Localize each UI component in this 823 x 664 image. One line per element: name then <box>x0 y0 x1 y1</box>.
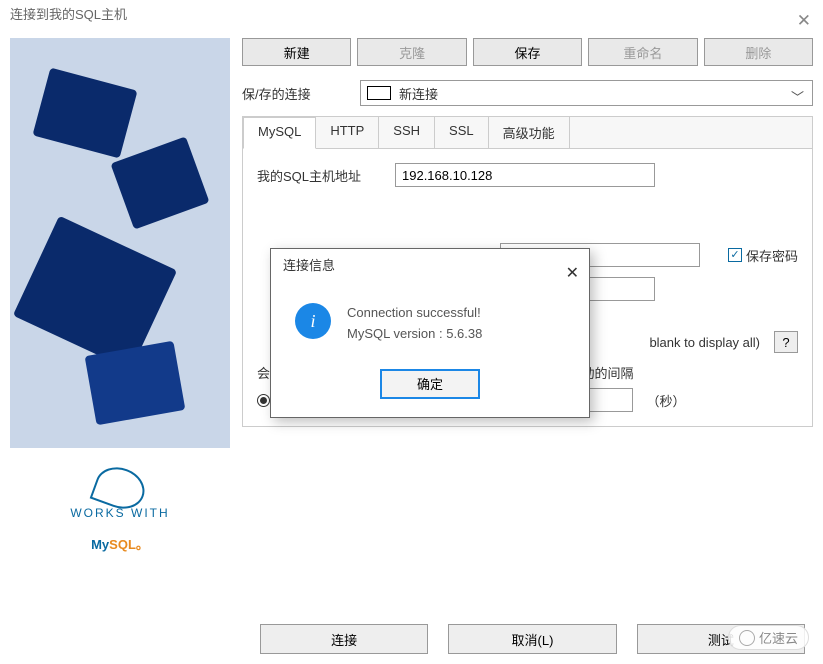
watermark-text: 亿速云 <box>759 628 798 647</box>
dialog-line1: Connection successful! <box>347 303 482 324</box>
tab-advanced[interactable]: 高级功能 <box>489 117 570 148</box>
clone-button: 克隆 <box>357 38 466 66</box>
close-icon[interactable]: ✕ <box>797 6 811 36</box>
saved-conn-value: 新连接 <box>399 84 438 103</box>
connect-button[interactable]: 连接 <box>260 624 428 654</box>
delete-button: 删除 <box>704 38 813 66</box>
toolbar: 新建 克隆 保存 重命名 删除 <box>242 38 813 66</box>
ok-button[interactable]: 确定 <box>380 369 480 399</box>
window-title: 连接到我的SQL主机 <box>10 7 127 22</box>
tab-ssl[interactable]: SSL <box>435 117 489 148</box>
new-button[interactable]: 新建 <box>242 38 351 66</box>
rename-button: 重命名 <box>588 38 697 66</box>
db-hint: blank to display all) <box>649 335 760 350</box>
host-label: 我的SQL主机地址 <box>257 166 387 185</box>
cancel-button[interactable]: 取消(L) <box>448 624 616 654</box>
tab-http[interactable]: HTTP <box>316 117 379 148</box>
dialog-message: Connection successful! MySQL version : 5… <box>347 303 482 345</box>
tab-mysql[interactable]: MySQL <box>243 117 316 149</box>
check-icon: ✓ <box>728 248 742 262</box>
save-password-checkbox[interactable]: ✓ 保存密码 <box>728 246 798 265</box>
keepalive-unit: （秒） <box>647 391 686 410</box>
promo-image <box>10 38 230 448</box>
left-pane: WORKS WITH MySQL。 <box>10 38 230 568</box>
titlebar: 连接到我的SQL主机 ✕ <box>0 0 823 30</box>
help-button[interactable]: ? <box>774 331 798 353</box>
dialog-line2: MySQL version : 5.6.38 <box>347 324 482 345</box>
saved-conn-select[interactable]: 新连接 ﹀ <box>360 80 813 106</box>
footer: 连接 取消(L) 测试 <box>260 624 805 654</box>
dialog-title: 连接信息 <box>283 258 335 273</box>
info-icon: i <box>295 303 331 339</box>
chevron-down-icon: ﹀ <box>791 87 804 106</box>
connection-info-dialog: 连接信息 ✕ i Connection successful! MySQL ve… <box>270 248 590 418</box>
saved-conn-label: 保/存的连接 <box>242 84 352 103</box>
save-button[interactable]: 保存 <box>473 38 582 66</box>
save-password-label: 保存密码 <box>746 246 798 265</box>
cloud-icon <box>739 630 755 646</box>
idle-default-radio[interactable] <box>257 394 270 407</box>
mysql-logo: WORKS WITH MySQL。 <box>10 448 230 568</box>
color-swatch <box>367 86 391 100</box>
dialog-close-icon[interactable]: ✕ <box>566 257 579 291</box>
mysql-wordmark: MySQL。 <box>10 520 230 557</box>
tabstrip: MySQL HTTP SSH SSL 高级功能 <box>243 117 812 149</box>
host-input[interactable] <box>395 163 655 187</box>
watermark: 亿速云 <box>728 625 809 650</box>
tab-ssh[interactable]: SSH <box>379 117 435 148</box>
